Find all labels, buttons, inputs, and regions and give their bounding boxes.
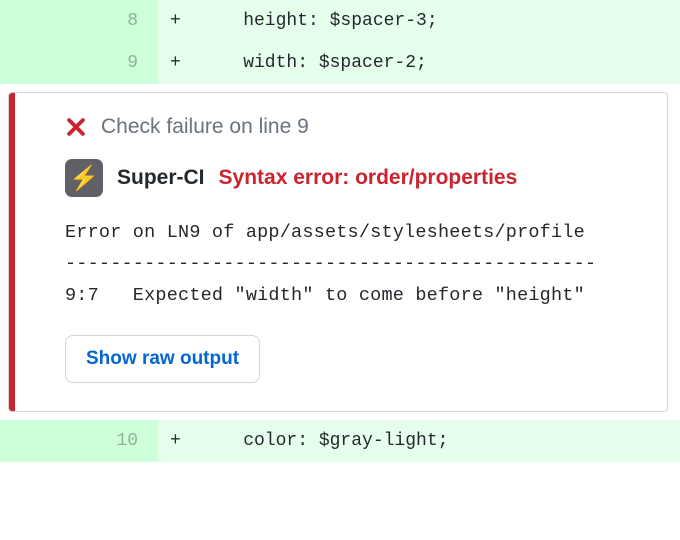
annotation-header-text: Check failure on line 9 [101,115,309,139]
app-name: Super-CI [117,166,205,190]
line-number: 9 [0,42,158,84]
annotation-header: Check failure on line 9 [65,115,639,139]
diff-sign: + [170,11,200,31]
line-number: 8 [0,0,158,42]
diff-line: 8 + height: $spacer-3; [0,0,680,42]
diff-line-content: + height: $spacer-3; [158,0,680,42]
app-badge-icon: ⚡ [65,159,103,197]
diff-sign: + [170,53,200,73]
diff-line-content: + width: $spacer-2; [158,42,680,84]
diff-code: color: $gray-light; [200,431,448,451]
check-annotation-card: Check failure on line 9 ⚡ Super-CI Synta… [8,92,668,412]
diff-line-content: + color: $gray-light; [158,420,680,462]
annotation-title-row: ⚡ Super-CI Syntax error: order/propertie… [65,159,639,197]
error-body: Error on LN9 of app/assets/stylesheets/p… [65,217,639,311]
diff-line: 10 + color: $gray-light; [0,420,680,462]
diff-code: width: $spacer-2; [200,53,427,73]
x-failure-icon [65,116,87,138]
diff-line: 9 + width: $spacer-2; [0,42,680,84]
error-label: Syntax error: order/properties [219,166,518,190]
error-accent-bar [9,93,15,411]
show-raw-output-button[interactable]: Show raw output [65,335,260,383]
diff-sign: + [170,431,200,451]
line-number: 10 [0,420,158,462]
diff-code: height: $spacer-3; [200,11,438,31]
